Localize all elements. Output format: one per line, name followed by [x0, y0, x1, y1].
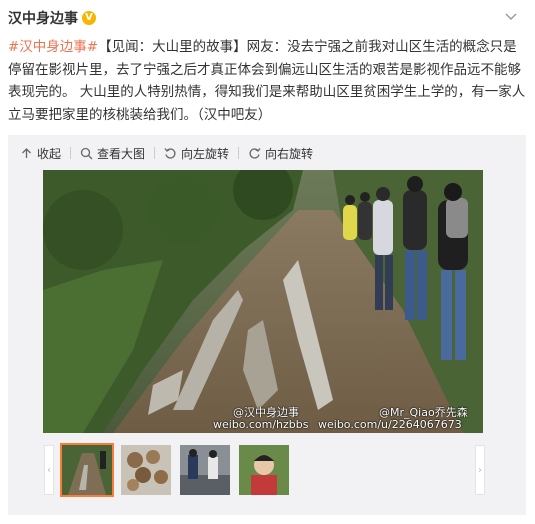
rotate-right-icon: [249, 147, 261, 159]
next-thumbnail-button[interactable]: ›: [475, 445, 485, 495]
media-panel: 收起 查看大图 向左旋转 向右旋转 @汉中身边事 weibo.com/hzbbs…: [8, 135, 526, 515]
toolbar-divider: [70, 147, 72, 159]
muddy-path-hikers-image: [43, 170, 483, 433]
thumbnail-image: [180, 445, 230, 495]
watermark-left-url: weibo.com/hzbbs: [213, 418, 309, 431]
rotate-right-button[interactable]: 向右旋转: [248, 143, 313, 163]
toolbar-divider: [238, 147, 240, 159]
arrow-up-icon: [22, 147, 31, 158]
rotate-left-label: 向左旋转: [181, 146, 230, 161]
main-photo[interactable]: @汉中身边事 weibo.com/hzbbs @Mr_Qiao乔先森 weibo…: [43, 170, 483, 433]
rotate-left-button[interactable]: 向左旋转: [164, 143, 229, 163]
thumbnail-image: [62, 445, 112, 495]
thumbnail-3[interactable]: [180, 445, 230, 495]
thumbnail-4[interactable]: [239, 445, 289, 495]
rotate-right-label: 向右旋转: [265, 146, 314, 161]
collapse-button[interactable]: 收起: [20, 143, 61, 163]
prev-thumbnail-button[interactable]: ‹: [44, 445, 54, 495]
toolbar-divider: [154, 147, 156, 159]
view-large-button[interactable]: 查看大图: [80, 143, 145, 163]
image-toolbar: 收起 查看大图 向左旋转 向右旋转: [8, 135, 526, 171]
chevron-down-icon[interactable]: [503, 8, 519, 24]
view-large-label: 查看大图: [97, 146, 146, 161]
thumbnail-strip: ‹ ›: [8, 443, 526, 499]
topic-link[interactable]: #汉中身边事#: [8, 39, 98, 55]
verified-badge-icon: V: [82, 11, 96, 25]
thumbnail-2[interactable]: [121, 445, 171, 495]
thumbnail-1[interactable]: [60, 443, 114, 497]
collapse-label: 收起: [37, 146, 62, 161]
thumbnail-image: [239, 445, 289, 495]
rotate-left-icon: [164, 147, 176, 159]
author-name[interactable]: 汉中身边事: [8, 8, 78, 28]
author-header: 汉中身边事 V: [8, 6, 96, 30]
thumbnail-image: [121, 445, 171, 495]
post-text: #汉中身边事#【见闻：大山里的故事】网友：没去宁强之前我对山区生活的概念只是停留…: [8, 36, 526, 126]
magnifier-icon: [80, 147, 93, 159]
watermark-right-url: weibo.com/u/2264067673: [318, 418, 462, 431]
